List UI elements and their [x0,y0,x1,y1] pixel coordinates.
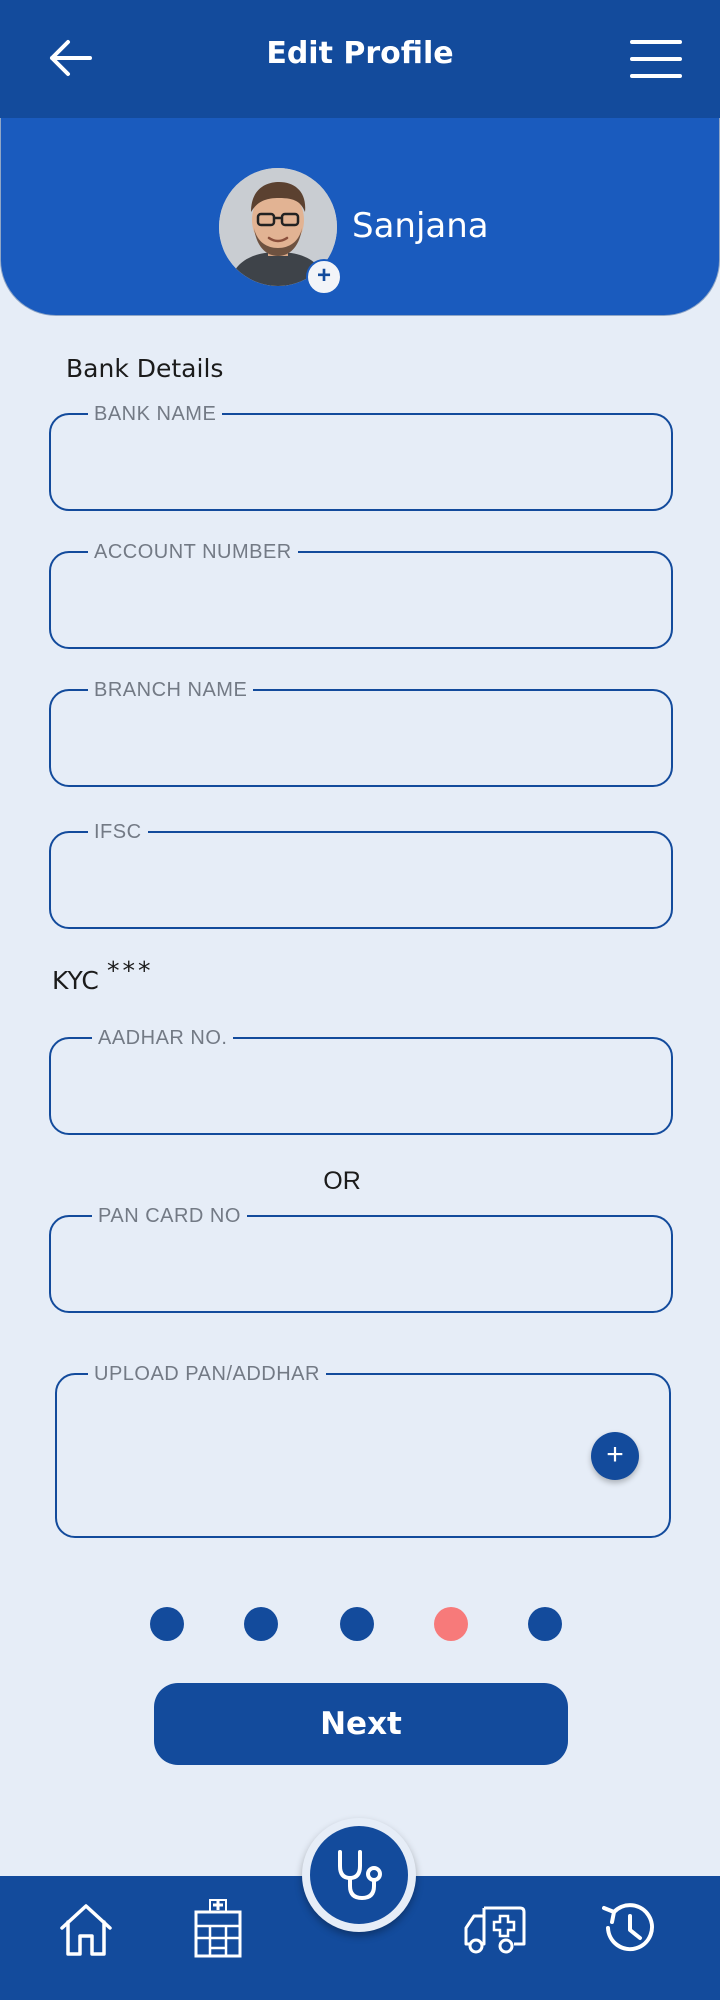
branch-name-field[interactable] [49,689,673,787]
kyc-required-mark: *** [107,956,154,985]
or-separator: OR [323,1167,361,1195]
stethoscope-icon [338,1850,382,1901]
top-app-bar: Edit Profile [0,0,720,118]
ifsc-label: IFSC [88,821,148,844]
aadhar-field[interactable] [49,1037,673,1135]
ifsc-field[interactable] [49,831,673,929]
account-number-label: ACCOUNT NUMBER [88,541,298,564]
upload-plus-icon[interactable]: + [591,1432,639,1480]
upload-document-field[interactable] [55,1373,671,1538]
profile-name: Sanjana [352,206,489,246]
nav-hospital-button[interactable] [186,1898,250,1962]
bank-name-field[interactable] [49,413,673,511]
history-icon [602,1903,654,1952]
home-icon [60,1904,112,1956]
ambulance-icon [464,1906,526,1954]
page-title: Edit Profile [266,36,454,71]
page-dot-5[interactable] [528,1607,562,1641]
page-dot-3[interactable] [340,1607,374,1641]
doctor-consult-fab[interactable] [302,1818,416,1932]
menu-button[interactable] [628,32,684,86]
hamburger-menu-icon [630,40,682,78]
bank-name-input[interactable] [71,437,651,495]
ifsc-input[interactable] [71,855,651,913]
kyc-heading: KYC [52,966,99,995]
page-dot-4-active[interactable] [434,1607,468,1641]
bank-details-heading: Bank Details [66,354,224,383]
aadhar-input[interactable] [71,1061,651,1119]
account-number-input[interactable] [71,575,651,633]
hospital-icon [194,1899,242,1958]
upload-document-label: UPLOAD PAN/ADDHAR [88,1363,326,1386]
page-dot-1[interactable] [150,1607,184,1641]
next-button[interactable]: Next [154,1683,568,1765]
change-photo-plus-icon[interactable]: + [306,259,342,295]
account-number-field[interactable] [49,551,673,649]
aadhar-label: AADHAR NO. [92,1027,234,1050]
branch-name-label: BRANCH NAME [88,679,254,702]
pan-card-input[interactable] [71,1239,651,1297]
nav-history-button[interactable] [596,1896,660,1960]
nav-home-button[interactable] [54,1898,118,1962]
bank-name-label: BANK NAME [88,403,223,426]
nav-ambulance-button[interactable] [460,1896,528,1960]
branch-name-input[interactable] [71,713,651,771]
page-dot-2[interactable] [244,1607,278,1641]
pan-card-label: PAN CARD NO [92,1205,247,1228]
pan-card-field[interactable] [49,1215,673,1313]
